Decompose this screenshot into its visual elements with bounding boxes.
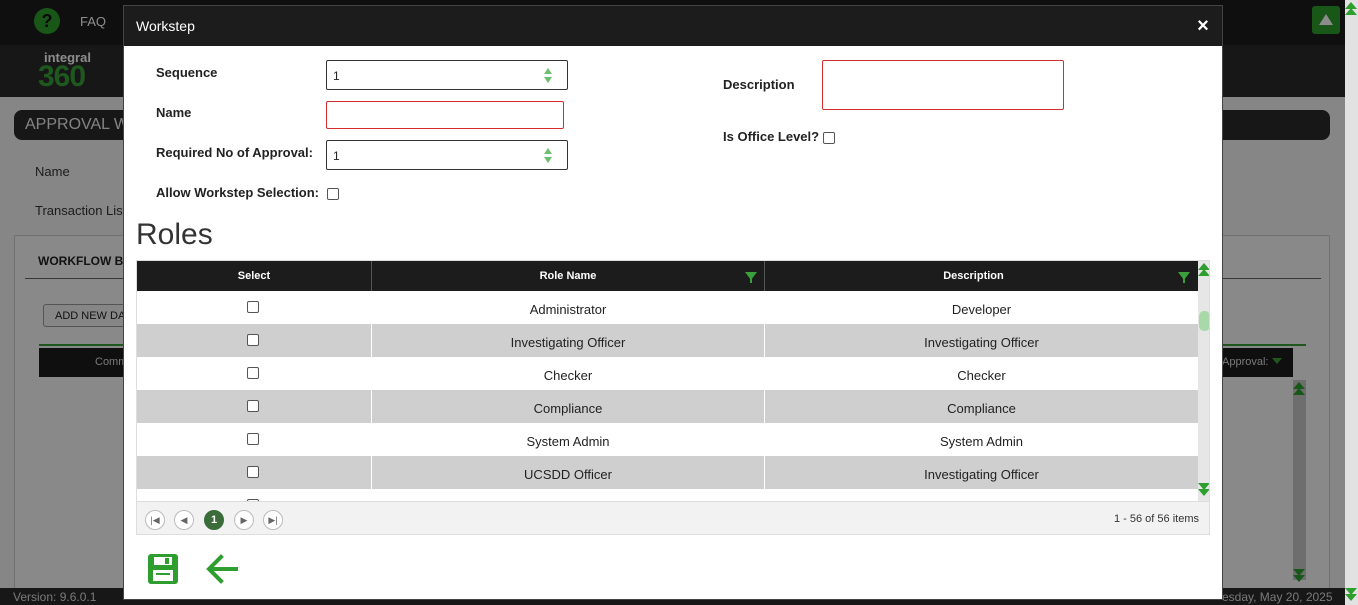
close-icon[interactable]: × [1192,15,1214,37]
roles-heading: Roles [136,218,213,251]
role-name-cell: Investigating Officer [510,335,626,350]
table-row[interactable]: Investigating Officer Investigating Offi… [137,324,1198,357]
chevron-up-icon[interactable] [1198,269,1209,276]
first-page-icon[interactable]: |◀ [145,510,165,530]
row-select-checkbox[interactable] [247,367,259,379]
description-cell: Developer [951,302,1012,317]
table-row[interactable] [137,489,1198,501]
required-approval-input[interactable]: 1 [326,140,568,170]
name-input[interactable] [326,101,564,129]
pager-info: 1 - 56 of 56 items [1114,513,1199,525]
allow-selection-checkbox[interactable] [327,188,339,200]
column-header-select[interactable]: Select [137,261,371,291]
row-select-checkbox[interactable] [247,466,259,478]
name-label: Name [156,105,192,120]
increment-icon[interactable] [544,148,552,154]
description-cell: Compliance [947,401,1016,416]
roles-grid: Select Role Name Description Administrat… [136,260,1210,535]
required-approval-label: Required No of Approval: [156,145,313,160]
table-row[interactable]: System Admin System Admin [137,423,1198,456]
last-page-icon[interactable]: ▶| [263,510,283,530]
office-level-label: Is Office Level? [723,129,820,144]
sequence-label: Sequence [156,65,218,80]
role-name-cell: Compliance [533,401,603,416]
page-scrollbar[interactable] [1345,0,1358,605]
arrow-left-icon[interactable] [204,552,240,586]
table-row[interactable]: Administrator Developer [137,291,1198,324]
filter-icon[interactable] [1178,272,1190,283]
description-cell: Investigating Officer [924,467,1039,482]
column-header-description[interactable]: Description [765,261,1182,291]
chevron-down-icon[interactable] [1198,489,1209,496]
role-name-cell: Checker [543,368,593,383]
description-label: Description [723,77,795,92]
row-select-checkbox[interactable] [247,334,259,346]
decrement-icon[interactable] [544,157,552,163]
table-row[interactable]: Checker Checker [137,357,1198,390]
table-row[interactable]: Compliance Compliance [137,390,1198,423]
description-field[interactable] [822,60,1064,110]
dialog-title: Workstep [136,18,195,34]
save-icon[interactable] [148,554,178,584]
chevron-up-icon[interactable] [1345,8,1357,15]
required-approval-value: 1 [333,149,340,163]
row-select-checkbox[interactable] [247,433,259,445]
role-name-cell: Administrator [529,302,607,317]
grid-header: Select Role Name Description [137,261,1198,291]
decrement-icon[interactable] [544,77,552,83]
grid-body: Administrator Developer Investigating Of… [137,291,1198,501]
role-name-cell: System Admin [526,434,610,449]
office-level-checkbox[interactable] [823,132,835,144]
filter-icon[interactable] [745,272,757,283]
chevron-down-icon[interactable] [1345,594,1357,601]
role-name-cell: UCSDD Officer [524,467,612,482]
sequence-input[interactable]: 1 [326,60,568,90]
scrollbar-thumb[interactable] [1199,311,1209,331]
previous-page-icon[interactable]: ◀ [174,510,194,530]
next-page-icon[interactable]: ▶ [234,510,254,530]
page-number-button[interactable]: 1 [204,510,224,530]
row-select-checkbox[interactable] [247,301,259,313]
dialog-header: Workstep × [124,6,1222,46]
row-select-checkbox[interactable] [247,400,259,412]
column-header-role-name[interactable]: Role Name [372,261,764,291]
increment-icon[interactable] [544,68,552,74]
grid-scrollbar[interactable] [1198,261,1209,501]
allow-selection-label: Allow Workstep Selection: [156,185,320,200]
description-cell: System Admin [939,434,1024,449]
description-cell: Checker [957,368,1006,383]
workstep-dialog: Workstep × Sequence 1 Name Required No o… [123,5,1223,600]
grid-pager: |◀ ◀ 1 ▶ ▶| 1 - 56 of 56 items [137,501,1209,534]
sequence-value: 1 [333,69,340,83]
table-row[interactable]: UCSDD Officer Investigating Officer [137,456,1198,489]
description-cell: Investigating Officer [924,335,1039,350]
